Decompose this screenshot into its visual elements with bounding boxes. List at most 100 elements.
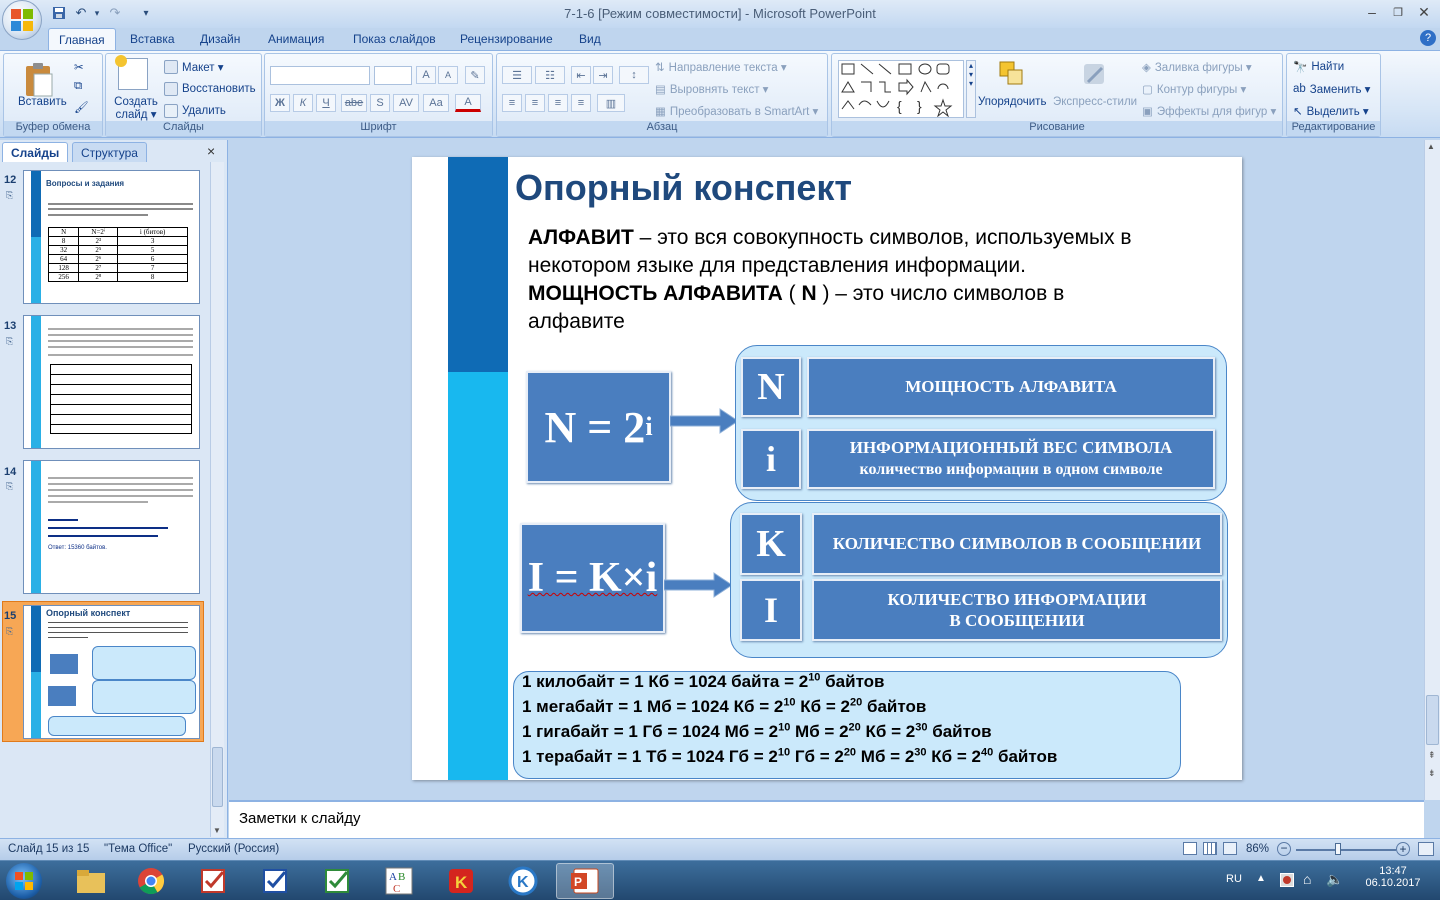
definition-power[interactable]: МОЩНОСТЬ АЛФАВИТА ( N ) – это число симв… [528,280,1064,307]
align-left-icon[interactable]: ≡ [502,94,522,112]
taskbar-app-k-circle[interactable]: K [494,863,552,899]
taskbar-app-check-red[interactable] [184,863,242,899]
shape-outline-button[interactable]: ▢ Контур фигуры ▾ [1142,82,1246,96]
taskbar-chrome[interactable] [122,863,180,899]
taskbar-explorer[interactable] [62,863,120,899]
find-button[interactable]: 🔭 Найти [1293,60,1344,74]
zoom-level[interactable]: 86% [1246,843,1269,855]
tab-insert[interactable]: Вставка [120,28,185,50]
underline-button[interactable]: Ч [316,94,336,112]
copy-icon[interactable]: ⧉ [74,80,82,93]
font-size-select[interactable] [374,66,412,85]
columns-icon[interactable]: ▥ [597,94,625,112]
replace-button[interactable]: ab Заменить ▾ [1293,82,1370,96]
shrink-font-button[interactable]: A [438,66,458,84]
font-family-select[interactable] [270,66,370,85]
panel-scrollbar[interactable]: ▼ [210,162,224,837]
keyboard-language[interactable]: RU [1226,873,1242,885]
bold-button[interactable]: Ж [270,94,290,112]
slide-thumbnail-12[interactable]: Вопросы и задания N N=2ⁱ i (битов) 8 2³ 3 32… [23,170,200,304]
slideshow-view-icon[interactable] [1223,842,1237,855]
tab-slides-panel[interactable]: Слайды [2,142,69,162]
panel-scroll-thumb[interactable] [212,747,223,807]
slide-canvas[interactable]: Опорный конспект АЛФАВИТ – это вся совок… [412,157,1242,780]
align-right-icon[interactable]: ≡ [548,94,568,112]
quick-styles-button[interactable]: Экспресс-стили [1053,96,1137,108]
quick-styles-icon[interactable] [1080,60,1110,90]
align-text-button[interactable]: ▤ Выровнять текст ▾ [655,82,768,96]
tab-animation[interactable]: Анимация [258,28,334,50]
tab-review[interactable]: Рецензирование [450,28,563,50]
office-button[interactable] [2,0,42,40]
symbol-big-i-box[interactable]: I [740,579,802,641]
slide-thumbnail-15[interactable]: Опорный конспект [23,605,200,739]
slide-title[interactable]: Опорный конспект [515,167,852,209]
format-painter-icon[interactable]: 🖌 [74,100,89,114]
tab-outline-panel[interactable]: Структура [72,142,147,162]
volume-icon[interactable]: 🔈 [1326,871,1343,888]
start-button[interactable] [6,863,42,899]
symbol-k-box[interactable]: K [740,513,802,575]
save-icon[interactable] [50,4,68,22]
action-center-icon[interactable] [1280,873,1294,887]
redo-icon[interactable]: ↷ [106,4,124,22]
shape-effects-button[interactable]: ▣ Эффекты для фигур ▾ [1142,104,1276,118]
taskbar-app-check-blue[interactable] [246,863,304,899]
shape-fill-button[interactable]: ◈ Заливка фигуры ▾ [1142,60,1252,74]
taskbar-abc-app[interactable]: ABC [370,863,428,899]
next-slide-icon[interactable]: ⇟ [1428,768,1436,779]
undo-dropdown-icon[interactable]: ▾ [88,4,106,22]
font-color-button[interactable]: A [455,94,481,112]
text-direction-button[interactable]: ⇅ Направление текста ▾ [655,60,787,74]
layout-button[interactable]: Макет ▾ [164,60,224,74]
align-center-icon[interactable]: ≡ [525,94,545,112]
slide-thumbnail-13[interactable] [23,315,200,449]
tab-design[interactable]: Дизайн [190,28,250,50]
formula-n-equals-2-pow-i[interactable]: N = 2i [526,371,671,483]
convert-smartart-button[interactable]: ▦ Преобразовать в SmartArt ▾ [655,104,818,118]
justify-icon[interactable]: ≡ [571,94,591,112]
unit-line-megabyte[interactable]: 1 мегабайт = 1 Мб = 1024 Кб = 210 Кб = 2… [522,697,926,717]
definition-alphabet-line2[interactable]: некотором языке для представления информ… [528,252,1026,279]
previous-slide-icon[interactable]: ⇞ [1428,750,1436,761]
numbering-icon[interactable]: ☷ [535,66,565,84]
zoom-slider[interactable] [1296,849,1396,851]
paste-button[interactable]: Вставить [18,96,67,108]
restore-button[interactable]: ❐ [1386,2,1410,22]
zoom-slider-thumb[interactable] [1335,843,1342,855]
definition-alphabet[interactable]: АЛФАВИТ – это вся совокупность символов,… [528,224,1132,251]
arrange-button[interactable]: Упорядочить [978,96,1046,108]
tab-home[interactable]: Главная [48,28,116,50]
clock[interactable]: 13:47 06.10.2017 [1358,865,1428,889]
minimize-button[interactable]: – [1360,2,1384,22]
shadow-button[interactable]: S [370,94,390,112]
shapes-gallery[interactable]: {} [838,60,964,118]
new-slide-icon[interactable] [115,55,148,90]
information-amount-box[interactable]: КОЛИЧЕСТВО ИНФОРМАЦИИ В СООБЩЕНИИ [812,579,1222,641]
change-case-button[interactable]: Aa [423,94,449,112]
tab-view[interactable]: Вид [569,28,611,50]
character-spacing-button[interactable]: AV [393,94,419,112]
slide-scroll-thumb[interactable] [1426,695,1439,745]
paste-icon[interactable] [22,60,56,100]
notes-placeholder[interactable]: Заметки к слайду [239,810,361,827]
taskbar-app-check-green[interactable] [308,863,366,899]
grow-font-button[interactable]: A [416,66,436,84]
close-panel-icon[interactable]: × [207,143,215,159]
help-icon[interactable]: ? [1420,30,1436,46]
sorter-view-icon[interactable] [1203,842,1217,855]
symbol-n-box[interactable]: N [741,357,801,417]
language-indicator[interactable]: Русский (Россия) [188,843,279,855]
new-slide-button[interactable]: Создать слайд ▾ [112,96,160,122]
network-icon[interactable]: ⌂ [1303,871,1311,887]
show-hidden-icons-icon[interactable]: ▲ [1256,873,1266,884]
information-weight-box[interactable]: ИНФОРМАЦИОННЫЙ ВЕС СИМВОЛА количество ин… [807,429,1215,489]
strikethrough-button[interactable]: abe [341,94,367,112]
power-of-alphabet-box[interactable]: МОЩНОСТЬ АЛФАВИТА [807,357,1215,417]
slide-thumbnail-14[interactable]: Ответ: 15360 байтов. [23,460,200,594]
scroll-up-icon[interactable]: ▲ [1427,142,1435,151]
close-button[interactable]: ✕ [1412,2,1436,22]
unit-line-gigabyte[interactable]: 1 гигабайт = 1 Гб = 1024 Мб = 210 Мб = 2… [522,722,992,742]
fit-to-window-icon[interactable] [1418,842,1434,856]
formula-i-equals-k-times-i[interactable]: I = K×i [520,523,665,633]
